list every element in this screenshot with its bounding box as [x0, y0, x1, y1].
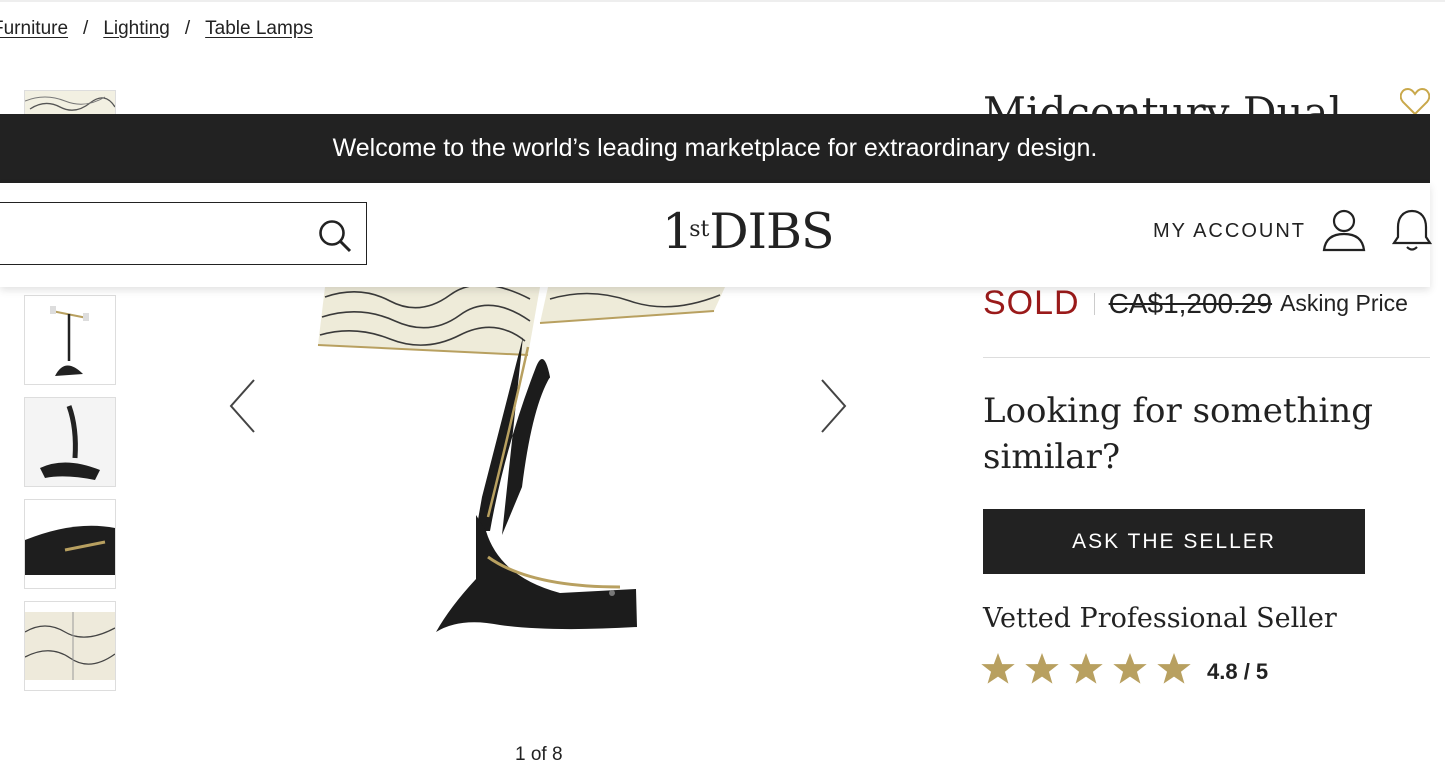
bell-icon[interactable]	[1391, 207, 1433, 258]
chevron-right-icon[interactable]	[818, 378, 848, 439]
search-icon[interactable]	[318, 219, 352, 258]
breadcrumb-separator: /	[83, 18, 89, 39]
user-icon[interactable]	[1322, 208, 1366, 257]
star-icon	[1157, 653, 1191, 690]
star-icon	[981, 653, 1015, 690]
star-icon	[1025, 653, 1059, 690]
top-divider	[0, 0, 1445, 2]
price-amount: CA$1,200.29	[1108, 287, 1273, 319]
seller-rating: 4.8 / 5	[981, 653, 1268, 690]
ask-seller-button[interactable]: ASK THE SELLER	[983, 509, 1365, 574]
chevron-left-icon[interactable]	[228, 378, 258, 439]
seller-badge: Vetted Professional Seller	[983, 603, 1337, 634]
section-divider	[983, 357, 1430, 358]
price-row: SOLD CA$1,200.29 Asking Price	[983, 284, 1408, 323]
main-product-image[interactable]	[300, 284, 740, 652]
site-logo[interactable]: 1stDIBS	[662, 203, 835, 260]
star-icon	[1069, 653, 1103, 690]
thumbnail-3[interactable]	[24, 397, 116, 487]
price-divider	[1093, 292, 1095, 315]
star-icon	[1113, 653, 1147, 690]
price-label: Asking Price	[1280, 290, 1408, 316]
search-input[interactable]	[9, 217, 303, 251]
breadcrumb-separator: /	[184, 18, 191, 39]
search-bar	[0, 202, 367, 265]
breadcrumb-table-lamps[interactable]: Table Lamps	[205, 18, 313, 39]
image-counter: 1 of 8	[515, 744, 563, 765]
welcome-banner: Welcome to the world’s leading marketpla…	[0, 114, 1430, 183]
site-header: 1stDIBS MY ACCOUNT	[0, 183, 1433, 287]
breadcrumb-furniture[interactable]: Furniture	[0, 18, 68, 39]
thumbnail-5[interactable]	[24, 601, 116, 691]
breadcrumb: Furniture / Lighting / Table Lamps	[0, 18, 313, 40]
rating-text: 4.8 / 5	[1207, 658, 1269, 684]
looking-heading: Looking for something similar?	[983, 391, 1373, 477]
thumbnail-4[interactable]	[24, 499, 116, 589]
thumbnail-2[interactable]	[24, 295, 116, 385]
my-account-link[interactable]: MY ACCOUNT	[1153, 220, 1306, 243]
sold-status: SOLD	[983, 284, 1080, 322]
breadcrumb-lighting[interactable]: Lighting	[103, 18, 170, 39]
thumbnail-1[interactable]	[24, 90, 116, 116]
